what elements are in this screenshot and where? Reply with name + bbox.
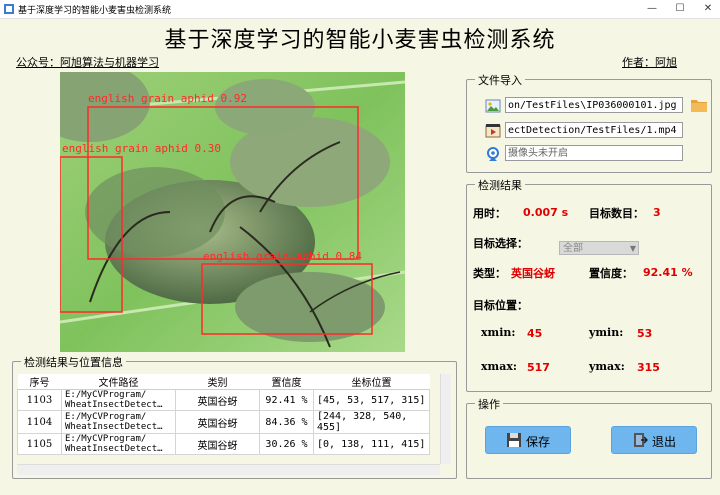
row-confidence: 92.41 %	[259, 389, 314, 411]
xmax-label: xmax:	[481, 360, 517, 373]
row-path: E:/MyCVProgram/WheatInsectDetect…	[61, 433, 176, 455]
column-header[interactable]: 文件路径	[61, 374, 176, 390]
actions-panel: 操作 保存 退出	[466, 396, 712, 479]
file-import-title: 文件导入	[475, 72, 525, 88]
target-select-label: 目标选择：	[473, 237, 528, 250]
row-id: 1104	[17, 410, 62, 434]
camera-row: 摄像头未开启	[485, 145, 685, 163]
ymax-label: ymax:	[589, 360, 625, 373]
row-confidence: 30.26 %	[259, 433, 314, 455]
row-confidence: 84.36 %	[259, 410, 314, 434]
xmin-value: 45	[527, 327, 543, 340]
row-class: 英国谷蚜	[175, 410, 260, 434]
author-info: 作者：阿旭	[622, 56, 677, 69]
exit-button[interactable]: 退出	[611, 426, 697, 454]
window-title: 基于深度学习的智能小麦害虫检测系统	[18, 6, 172, 16]
video-icon[interactable]	[485, 123, 501, 139]
table-row[interactable]: 1105 E:/MyCVProgram/WheatInsectDetect… 英…	[17, 433, 430, 455]
detection-label: english grain aphid 0.92	[88, 92, 247, 105]
detection-results-panel: 检测结果 用时： 0.007 s 目标数目： 3 目标选择： 全部 ▼ 类型： …	[466, 177, 712, 392]
ymin-label: ymin:	[589, 326, 624, 339]
type-label: 类型：	[473, 267, 506, 280]
maximize-button[interactable]: ☐	[668, 0, 692, 18]
folder-icon[interactable]	[691, 98, 707, 112]
detection-results-title: 检测结果	[475, 177, 525, 193]
exit-label: 退出	[652, 435, 677, 449]
count-value: 3	[653, 206, 661, 219]
row-id: 1105	[17, 433, 62, 455]
image-file-row: on/TestFiles\IP036000101.jpg	[485, 97, 685, 115]
row-path: E:/MyCVProgram/WheatInsectDetect…	[61, 410, 176, 434]
window-titlebar: 基于深度学习的智能小麦害虫检测系统 — ☐ ✕	[0, 0, 720, 19]
row-class: 英国谷蚜	[175, 433, 260, 455]
results-table-title: 检测结果与位置信息	[21, 354, 126, 370]
video-file-row: ectDetection/TestFiles/1.mp4	[485, 122, 685, 140]
confidence-value: 92.41 %	[643, 266, 693, 279]
save-label: 保存	[526, 435, 551, 449]
table-row[interactable]: 1104 E:/MyCVProgram/WheatInsectDetect… 英…	[17, 410, 430, 434]
row-coords: [45, 53, 517, 315]	[313, 389, 430, 411]
xmax-value: 517	[527, 361, 550, 374]
ymax-value: 315	[637, 361, 660, 374]
image-path-input[interactable]: on/TestFiles\IP036000101.jpg	[505, 97, 683, 113]
camera-status-input[interactable]: 摄像头未开启	[505, 145, 683, 161]
actions-title: 操作	[475, 396, 503, 412]
detection-image: english grain aphid 0.92 english grain a…	[60, 72, 405, 352]
image-display: english grain aphid 0.92 english grain a…	[12, 72, 457, 352]
time-value: 0.007 s	[523, 206, 569, 219]
detection-label: english grain aphid 0.84	[203, 250, 362, 263]
xmin-label: xmin:	[481, 326, 516, 339]
vertical-scrollbar[interactable]	[440, 374, 451, 464]
row-id: 1103	[17, 389, 62, 411]
detection-label: english grain aphid 0.30	[62, 142, 221, 155]
row-coords: [0, 138, 111, 415]	[313, 433, 430, 455]
time-label: 用时：	[473, 207, 506, 220]
target-select-value: 全部	[563, 243, 583, 254]
video-path-input[interactable]: ectDetection/TestFiles/1.mp4	[505, 122, 683, 138]
exit-icon	[634, 433, 648, 447]
file-import-panel: 文件导入 on/TestFiles\IP036000101.jpg ectDet…	[466, 72, 712, 173]
wechat-account: 公众号：阿旭算法与机器学习	[16, 56, 159, 69]
results-table: 序号 文件路径 类别 置信度 坐标位置 1103 E:/MyCVProgram/…	[17, 374, 430, 455]
table-row[interactable]: 1103 E:/MyCVProgram/WheatInsectDetect… 英…	[17, 389, 430, 411]
save-icon	[507, 433, 521, 447]
ymin-value: 53	[637, 327, 653, 340]
type-value: 英国谷蚜	[511, 267, 555, 280]
column-header[interactable]: 坐标位置	[313, 374, 430, 390]
column-header[interactable]: 置信度	[259, 374, 314, 390]
camera-icon[interactable]	[485, 146, 501, 162]
page-title: 基于深度学习的智能小麦害虫检测系统	[164, 28, 556, 53]
table-header-row: 序号 文件路径 类别 置信度 坐标位置	[17, 374, 430, 390]
column-header[interactable]: 类别	[175, 374, 260, 390]
image-icon[interactable]	[485, 98, 501, 114]
row-path: E:/MyCVProgram/WheatInsectDetect…	[61, 389, 176, 411]
column-header[interactable]: 序号	[17, 374, 62, 390]
row-coords: [244, 328, 540, 455]	[313, 410, 430, 434]
minimize-button[interactable]: —	[640, 0, 664, 18]
row-class: 英国谷蚜	[175, 389, 260, 411]
app-icon	[4, 4, 14, 14]
target-select[interactable]: 全部 ▼	[559, 241, 639, 255]
horizontal-scrollbar[interactable]	[17, 464, 440, 475]
position-label: 目标位置：	[473, 299, 528, 312]
chevron-down-icon: ▼	[629, 244, 636, 253]
close-button[interactable]: ✕	[696, 0, 720, 18]
count-label: 目标数目：	[589, 207, 644, 220]
aphid-photo	[60, 72, 405, 352]
confidence-label: 置信度：	[589, 267, 633, 280]
save-button[interactable]: 保存	[485, 426, 571, 454]
results-table-panel: 检测结果与位置信息 序号 文件路径 类别 置信度 坐标位置 1103 E:/My…	[12, 354, 457, 479]
